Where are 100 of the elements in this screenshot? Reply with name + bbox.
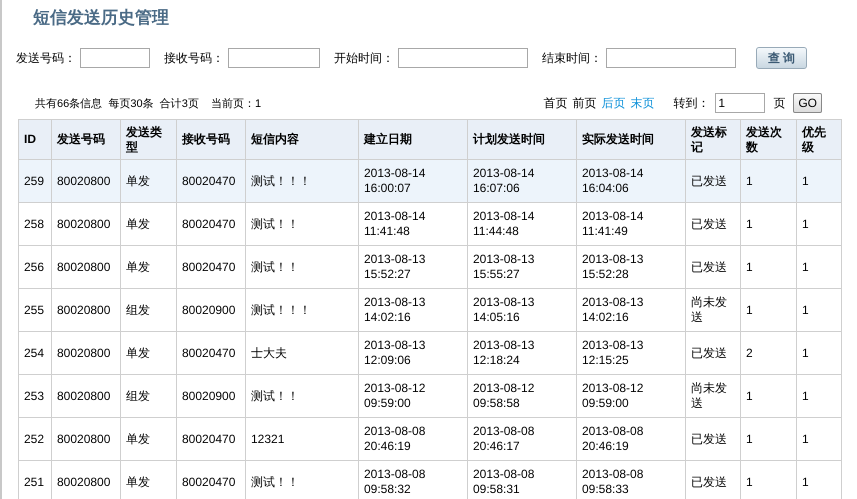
table-cell: 2013-08-14 16:04:06 — [582, 166, 644, 195]
table-cell: 80020800 — [57, 260, 110, 274]
table-cell: 组发 — [126, 302, 150, 316]
table-row[interactable]: 256 80020800 单发 80020470 测试！！ 2013-08-13 15:52:27 2013-08-13 15:55:27 2013-08-13 15:52:28 已发送 1 1 — [18, 246, 842, 288]
table-cell: 2013-08-12 09:58:58 — [473, 381, 534, 410]
table-cell: 2 — [746, 346, 753, 360]
table-cell: 单发 — [126, 216, 150, 230]
table-row[interactable]: 258 80020800 单发 80020470 测试！！ 2013-08-14 11:41:48 2013-08-14 11:44:48 2013-08-14 11:41:49 已发送 1 1 — [18, 202, 842, 246]
table-cell: 80020470 — [182, 216, 236, 230]
table-cell: 80020800 — [57, 302, 110, 316]
table-cell: 252 — [24, 432, 44, 446]
table-cell: 2013-08-13 12:18:24 — [473, 338, 534, 367]
table-cell: 测试！！！ — [251, 174, 311, 188]
table-cell: 单发 — [126, 260, 150, 274]
table-cell: 尚未发送 — [691, 381, 727, 410]
table-cell: 已发送 — [691, 432, 727, 446]
table-row[interactable]: 254 80020800 单发 80020470 士大夫 2013-08-13 12:09:06 2013-08-13 12:18:24 2013-08-13 12:15:25 已发送 2 1 — [18, 332, 842, 374]
column-header: 建立日期 — [358, 120, 468, 160]
table-cell: 251 — [24, 474, 44, 488]
table-cell: 单发 — [126, 432, 150, 446]
column-header: 短信内容 — [246, 120, 358, 160]
column-header: ID — [18, 120, 52, 160]
table-cell: 测试！！ — [251, 388, 299, 402]
table-cell: 1 — [802, 474, 809, 488]
table-cell: 单发 — [126, 474, 150, 488]
table-cell: 2013-08-13 14:02:16 — [364, 295, 426, 324]
table-cell: 253 — [24, 388, 44, 402]
table-cell: 2013-08-13 15:52:28 — [582, 252, 644, 281]
table-cell: 2013-08-14 16:07:06 — [473, 166, 534, 195]
column-header: 接收号码 — [176, 120, 246, 160]
table-cell: 2013-08-14 11:41:49 — [582, 209, 644, 238]
table-row[interactable]: 259 80020800 单发 80020470 测试！！！ 2013-08-14 16:00:07 2013-08-14 16:07:06 2013-08-14 16:04:06 已发送 1 1 — [18, 160, 842, 202]
table-cell: 2013-08-12 09:59:00 — [582, 381, 644, 410]
table-cell: 已发送 — [691, 474, 727, 488]
go-button[interactable]: GO — [793, 93, 822, 113]
input-field[interactable] — [606, 48, 736, 68]
table-cell: 尚未发送 — [691, 295, 727, 324]
record-summary: 共有66条信息 每页30条 合计3页 当前页：1 — [35, 96, 262, 110]
table-cell: 80020800 — [57, 174, 110, 188]
table-cell: 80020800 — [57, 432, 110, 446]
input-field[interactable] — [228, 48, 320, 68]
table-cell: 已发送 — [691, 216, 727, 230]
column-header: 优先级 — [796, 120, 842, 160]
table-cell: 258 — [24, 216, 44, 230]
table-cell: 12321 — [251, 432, 284, 446]
pager-link[interactable]: 末页 — [630, 94, 654, 112]
table-cell: 254 — [24, 346, 44, 360]
table-cell: 2013-08-13 12:15:25 — [582, 338, 644, 367]
field-label: 开始时间： — [334, 50, 394, 66]
pager-link[interactable]: 后页 — [601, 94, 626, 112]
column-header: 发送类型 — [120, 120, 176, 160]
table-row[interactable]: 253 80020800 组发 80020900 测试！！ 2013-08-12 09:59:00 2013-08-12 09:58:58 2013-08-12 09:59:00 尚未发送 1 1 — [18, 374, 842, 418]
table-cell: 2013-08-08 20:46:19 — [364, 424, 426, 453]
table-cell: 2013-08-13 15:52:27 — [364, 252, 426, 281]
column-header: 发送次数 — [740, 120, 796, 160]
field-label: 接收号码： — [164, 50, 224, 66]
column-header: 实际发送时间 — [576, 120, 686, 160]
table-cell: 1 — [746, 432, 753, 446]
page-title: 短信发送历史管理 — [32, 7, 170, 29]
table-cell: 2013-08-14 16:00:07 — [364, 166, 426, 195]
table-cell: 2013-08-08 09:58:33 — [582, 467, 644, 496]
table-cell: 测试！！ — [251, 260, 299, 274]
table-cell: 2013-08-13 15:55:27 — [473, 252, 534, 281]
table-cell: 2013-08-08 09:58:32 — [364, 467, 426, 496]
table-cell: 2013-08-12 09:59:00 — [364, 381, 426, 410]
table-cell: 80020800 — [57, 216, 110, 230]
table-row[interactable]: 255 80020800 组发 80020900 测试！！！ 2013-08-13 14:02:16 2013-08-13 14:05:16 2013-08-13 14:02:16 尚未发送 1 1 — [18, 288, 842, 332]
table-cell: 1 — [746, 216, 753, 230]
table-cell: 1 — [802, 216, 809, 230]
table-cell: 测试！！ — [251, 474, 299, 488]
input-field[interactable] — [398, 48, 528, 68]
table-cell: 255 — [24, 302, 44, 316]
table-cell: 80020800 — [57, 474, 110, 488]
table-cell: 1 — [802, 432, 809, 446]
table-cell: 已发送 — [691, 260, 727, 274]
table-row[interactable]: 251 80020800 单发 80020470 测试！！ 2013-08-08 09:58:32 2013-08-08 09:58:31 2013-08-08 09:58:33 已发送 1 1 — [18, 460, 842, 499]
table-cell: 单发 — [126, 174, 150, 188]
page-unit-label: 页 — [773, 94, 786, 112]
goto-label: 转到： — [673, 94, 710, 112]
field-label: 结束时间： — [542, 50, 602, 66]
table-cell: 测试！！！ — [251, 302, 311, 316]
table-row[interactable]: 252 80020800 单发 80020470 12321 2013-08-08 20:46:19 2013-08-08 20:46:17 2013-08-08 20:46:19 已发送 1 1 — [18, 418, 842, 460]
table-cell: 已发送 — [691, 346, 727, 360]
input-field[interactable] — [80, 48, 150, 68]
table-cell: 1 — [802, 260, 809, 274]
table-cell: 组发 — [126, 388, 150, 402]
query-button[interactable]: 查 询 — [756, 47, 807, 69]
table-cell: 2013-08-08 20:46:17 — [473, 424, 534, 453]
table-cell: 80020470 — [182, 346, 236, 360]
column-header: 计划发送时间 — [468, 120, 576, 160]
table-cell: 1 — [802, 346, 809, 360]
table-cell: 1 — [746, 474, 753, 488]
table-cell: 1 — [802, 174, 809, 188]
page-input[interactable]: 1 — [715, 93, 766, 113]
table-cell: 2013-08-13 12:09:06 — [364, 338, 426, 367]
table-cell: 已发送 — [691, 174, 727, 188]
table-cell: 80020470 — [182, 474, 236, 488]
column-header: 发送号码 — [52, 120, 120, 160]
table-cell: 259 — [24, 174, 44, 188]
table-cell: 80020470 — [182, 260, 236, 274]
